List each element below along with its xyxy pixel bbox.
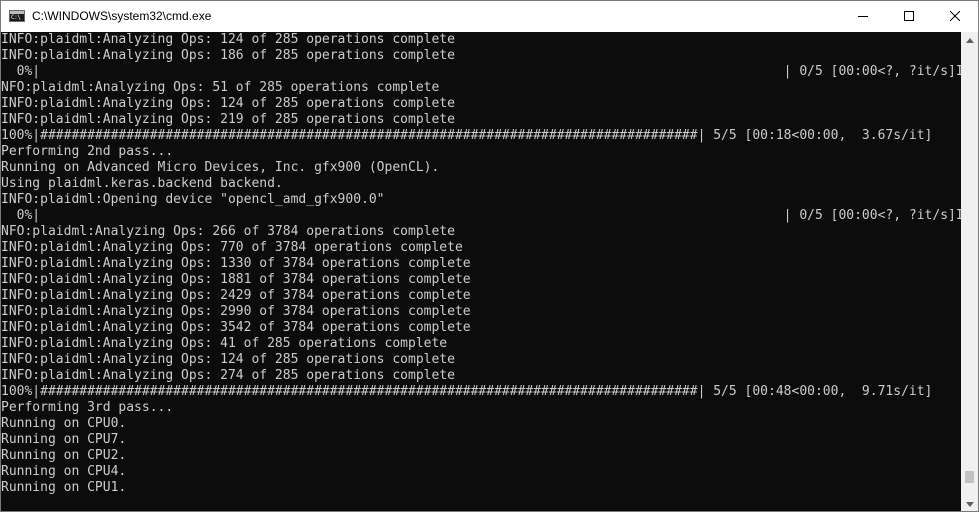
console-line: Running on CPU4. bbox=[1, 464, 127, 479]
console-line: Running on CPU2. bbox=[1, 448, 127, 463]
close-button[interactable] bbox=[932, 1, 978, 31]
minimize-button[interactable] bbox=[840, 1, 886, 31]
console-line: NFO:plaidml:Analyzing Ops: 51 of 285 ope… bbox=[1, 80, 440, 95]
console-line: INFO:plaidml:Analyzing Ops: 41 of 285 op… bbox=[1, 336, 448, 351]
console-line: INFO:plaidml:Analyzing Ops: 2429 of 3784… bbox=[1, 288, 471, 303]
title-bar[interactable]: C:\ C:\WINDOWS\system32\cmd.exe bbox=[1, 1, 978, 31]
console-line: Using plaidml.keras.backend backend. bbox=[1, 176, 283, 191]
console-line: 0%| | 0/5 [00:00<?, ?it/s]I bbox=[1, 64, 961, 79]
scroll-down-arrow-icon bbox=[965, 502, 974, 507]
console-line: NFO:plaidml:Analyzing Ops: 266 of 3784 o… bbox=[1, 224, 455, 239]
window-controls bbox=[840, 1, 978, 31]
console-line: INFO:plaidml:Analyzing Ops: 2990 of 3784… bbox=[1, 304, 471, 319]
console-line: INFO:plaidml:Analyzing Ops: 1330 of 3784… bbox=[1, 256, 471, 271]
console-line: Running on CPU1. bbox=[1, 480, 127, 495]
console-line: INFO:plaidml:Analyzing Ops: 770 of 3784 … bbox=[1, 240, 463, 255]
maximize-icon bbox=[904, 11, 914, 21]
close-icon bbox=[950, 11, 960, 21]
vertical-scrollbar[interactable] bbox=[961, 32, 978, 511]
console-line: 100%|###################################… bbox=[1, 128, 933, 143]
console-lines: INFO:plaidml:Analyzing Ops: 124 of 285 o… bbox=[1, 32, 961, 511]
console-line: Performing 2nd pass... bbox=[1, 144, 174, 159]
console-line: INFO:plaidml:Analyzing Ops: 1881 of 3784… bbox=[1, 272, 471, 287]
console-line: Running on Advanced Micro Devices, Inc. … bbox=[1, 160, 440, 175]
console-line: INFO:plaidml:Analyzing Ops: 124 of 285 o… bbox=[1, 96, 455, 111]
minimize-icon bbox=[858, 16, 868, 17]
console-line: Performing 3rd pass... bbox=[1, 400, 174, 415]
window-title: C:\WINDOWS\system32\cmd.exe bbox=[32, 9, 212, 23]
console-line: INFO:plaidml:Opening device "opencl_amd_… bbox=[1, 192, 385, 207]
console-line: Running on CPU7. bbox=[1, 432, 127, 447]
console-line: Running on CPU0. bbox=[1, 416, 127, 431]
console-line: 100%|###################################… bbox=[1, 384, 933, 399]
console-line: 0%| | 0/5 [00:00<?, ?it/s]I bbox=[1, 208, 961, 223]
scroll-up-button[interactable] bbox=[961, 32, 978, 49]
maximize-button[interactable] bbox=[886, 1, 932, 31]
cmd-window: C:\ C:\WINDOWS\system32\cmd.exe INFO:pla… bbox=[0, 0, 979, 512]
scroll-down-button[interactable] bbox=[961, 496, 978, 511]
console-line: INFO:plaidml:Analyzing Ops: 219 of 285 o… bbox=[1, 112, 455, 127]
scrollbar-thumb[interactable] bbox=[965, 471, 974, 483]
cmd-icon[interactable]: C:\ bbox=[9, 10, 25, 22]
console-line: INFO:plaidml:Analyzing Ops: 186 of 285 o… bbox=[1, 48, 455, 63]
console-line: INFO:plaidml:Analyzing Ops: 124 of 285 o… bbox=[1, 32, 455, 47]
console-line: INFO:plaidml:Analyzing Ops: 274 of 285 o… bbox=[1, 368, 455, 383]
console-line: INFO:plaidml:Analyzing Ops: 124 of 285 o… bbox=[1, 352, 455, 367]
console-line: INFO:plaidml:Analyzing Ops: 3542 of 3784… bbox=[1, 320, 471, 335]
cmd-icon-prompt: C:\ bbox=[11, 14, 21, 21]
console-output[interactable]: INFO:plaidml:Analyzing Ops: 124 of 285 o… bbox=[1, 32, 961, 511]
scroll-up-arrow-icon bbox=[965, 38, 974, 43]
